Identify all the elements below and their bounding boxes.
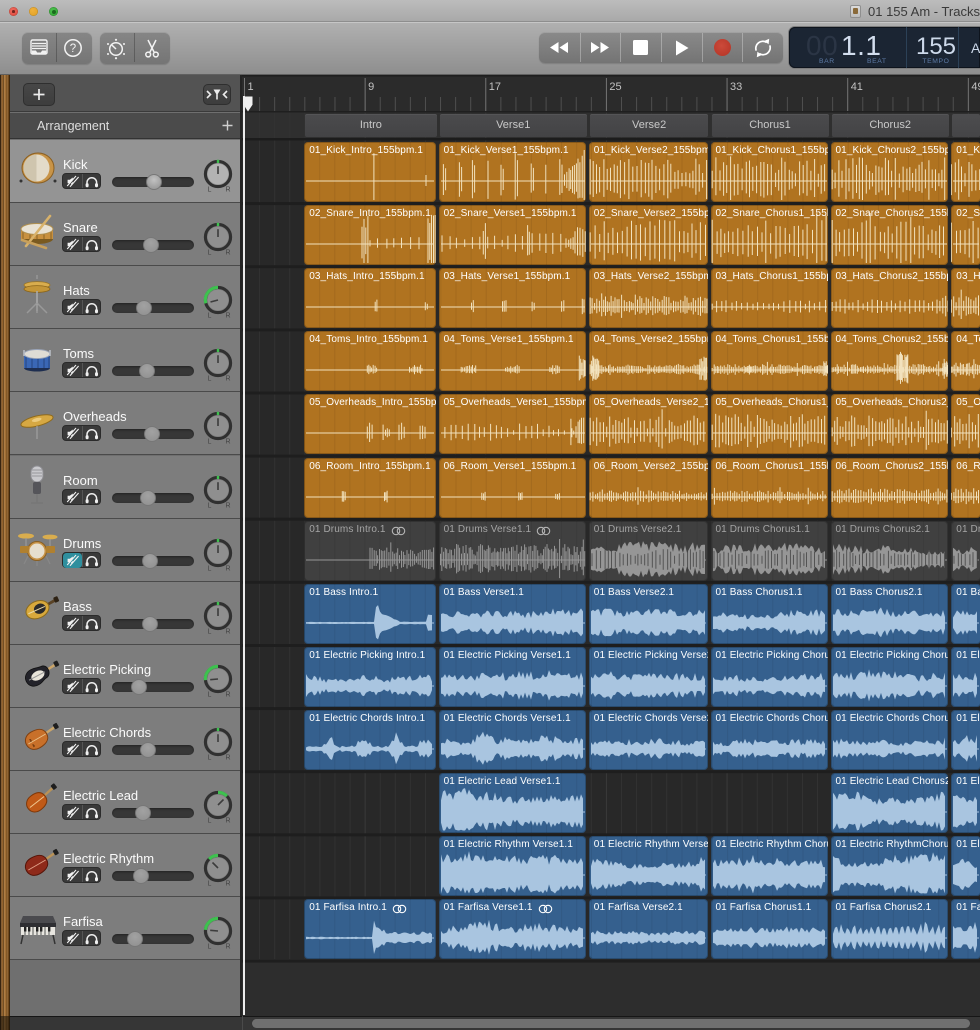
svg-text:L: L	[207, 503, 211, 510]
svg-text:R: R	[225, 313, 230, 320]
svg-text:L: L	[207, 881, 211, 888]
svg-text:R: R	[225, 944, 230, 951]
svg-text:R: R	[225, 376, 230, 383]
svg-text:L: L	[207, 187, 211, 194]
svg-text:R: R	[225, 755, 230, 762]
svg-text:9: 9	[368, 81, 374, 93]
svg-text:R: R	[225, 187, 230, 194]
svg-text:R: R	[225, 629, 230, 636]
svg-text:41: 41	[851, 81, 863, 93]
svg-text:49: 49	[971, 81, 980, 93]
svg-text:17: 17	[489, 81, 501, 93]
svg-text:R: R	[225, 818, 230, 825]
svg-text:L: L	[207, 629, 211, 636]
svg-text:R: R	[225, 692, 230, 699]
svg-text:R: R	[225, 566, 230, 573]
svg-text:L: L	[207, 692, 211, 699]
svg-text:L: L	[207, 944, 211, 951]
svg-text:L: L	[207, 313, 211, 320]
svg-text:1: 1	[248, 81, 254, 93]
svg-text:25: 25	[609, 81, 621, 93]
svg-text:R: R	[225, 881, 230, 888]
svg-text:R: R	[225, 439, 230, 446]
svg-text:33: 33	[730, 81, 742, 93]
svg-text:L: L	[207, 376, 211, 383]
svg-text:L: L	[207, 439, 211, 446]
svg-text:L: L	[207, 755, 211, 762]
svg-text:L: L	[207, 818, 211, 825]
svg-text:L: L	[207, 566, 211, 573]
svg-text:R: R	[225, 250, 230, 257]
svg-text:L: L	[207, 250, 211, 257]
svg-text:R: R	[225, 503, 230, 510]
svg-text:?: ?	[70, 43, 76, 55]
